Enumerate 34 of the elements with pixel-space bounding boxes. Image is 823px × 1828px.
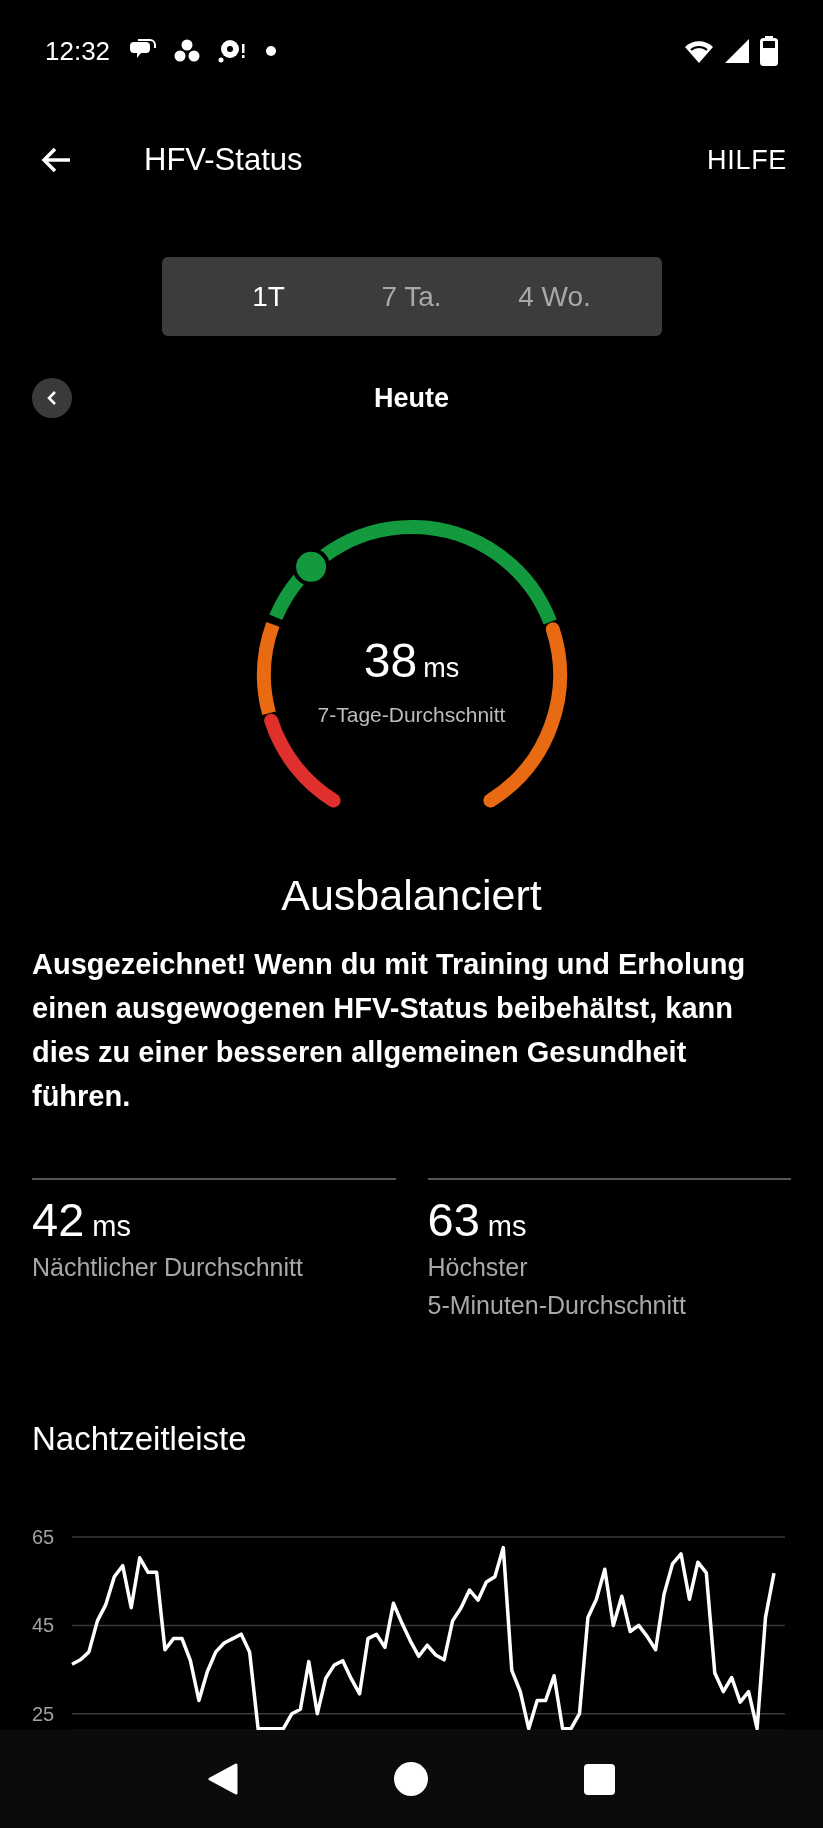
help-button[interactable]: HILFE (707, 139, 787, 181)
range-tab[interactable]: 7 Ta. (345, 266, 478, 327)
signal-icon (724, 38, 750, 64)
three-dots-icon (174, 39, 201, 63)
stat-unit: ms (487, 1208, 527, 1244)
battery-icon (760, 36, 778, 66)
status-title: Ausbalanciert (280, 870, 543, 921)
wifi-icon (684, 38, 714, 64)
recents-square-icon (583, 1763, 615, 1795)
timeline-title: Nachtzeitleiste (32, 1419, 248, 1459)
gauge-value: 38 (363, 637, 418, 685)
home-circle-icon (394, 1762, 429, 1796)
gauge-caption: 7-Tage-Durchschnitt (317, 701, 506, 728)
chevron-left-icon (46, 390, 58, 406)
range-tab[interactable]: 1T (202, 266, 335, 327)
y-axis-label: 45 (32, 1615, 55, 1636)
range-tab[interactable]: 4 Wo. (488, 266, 621, 327)
period-label: Heute (374, 381, 449, 415)
stat-label: Höchster 5-Minuten-Durchschnitt (427, 1252, 687, 1321)
y-axis-label: 25 (32, 1703, 55, 1724)
status-description: Ausgezeichnet! Wenn du mit Training und Erholung einen ausgewogenen HFV-Status beibehältst, kann dies zu einer besseren allgemeinen Gesundheit führen. (32, 946, 747, 1114)
y-axis-label: 65 (32, 1527, 55, 1547)
gauge-unit: ms (423, 652, 460, 685)
dot-icon (266, 46, 277, 56)
stat-value: 63 (427, 1191, 480, 1248)
stat-unit: ms (92, 1208, 131, 1244)
screen-title: HFV-Status (144, 140, 303, 179)
previous-button[interactable] (32, 378, 72, 418)
gauge-marker (291, 547, 330, 586)
clock-time: 12:32 (45, 34, 111, 68)
stat-label: Nächtlicher Durchschnitt (32, 1252, 304, 1283)
back-triangle-icon (207, 1762, 240, 1796)
stat-value: 42 (32, 1191, 85, 1248)
back-arrow-icon (40, 146, 72, 174)
